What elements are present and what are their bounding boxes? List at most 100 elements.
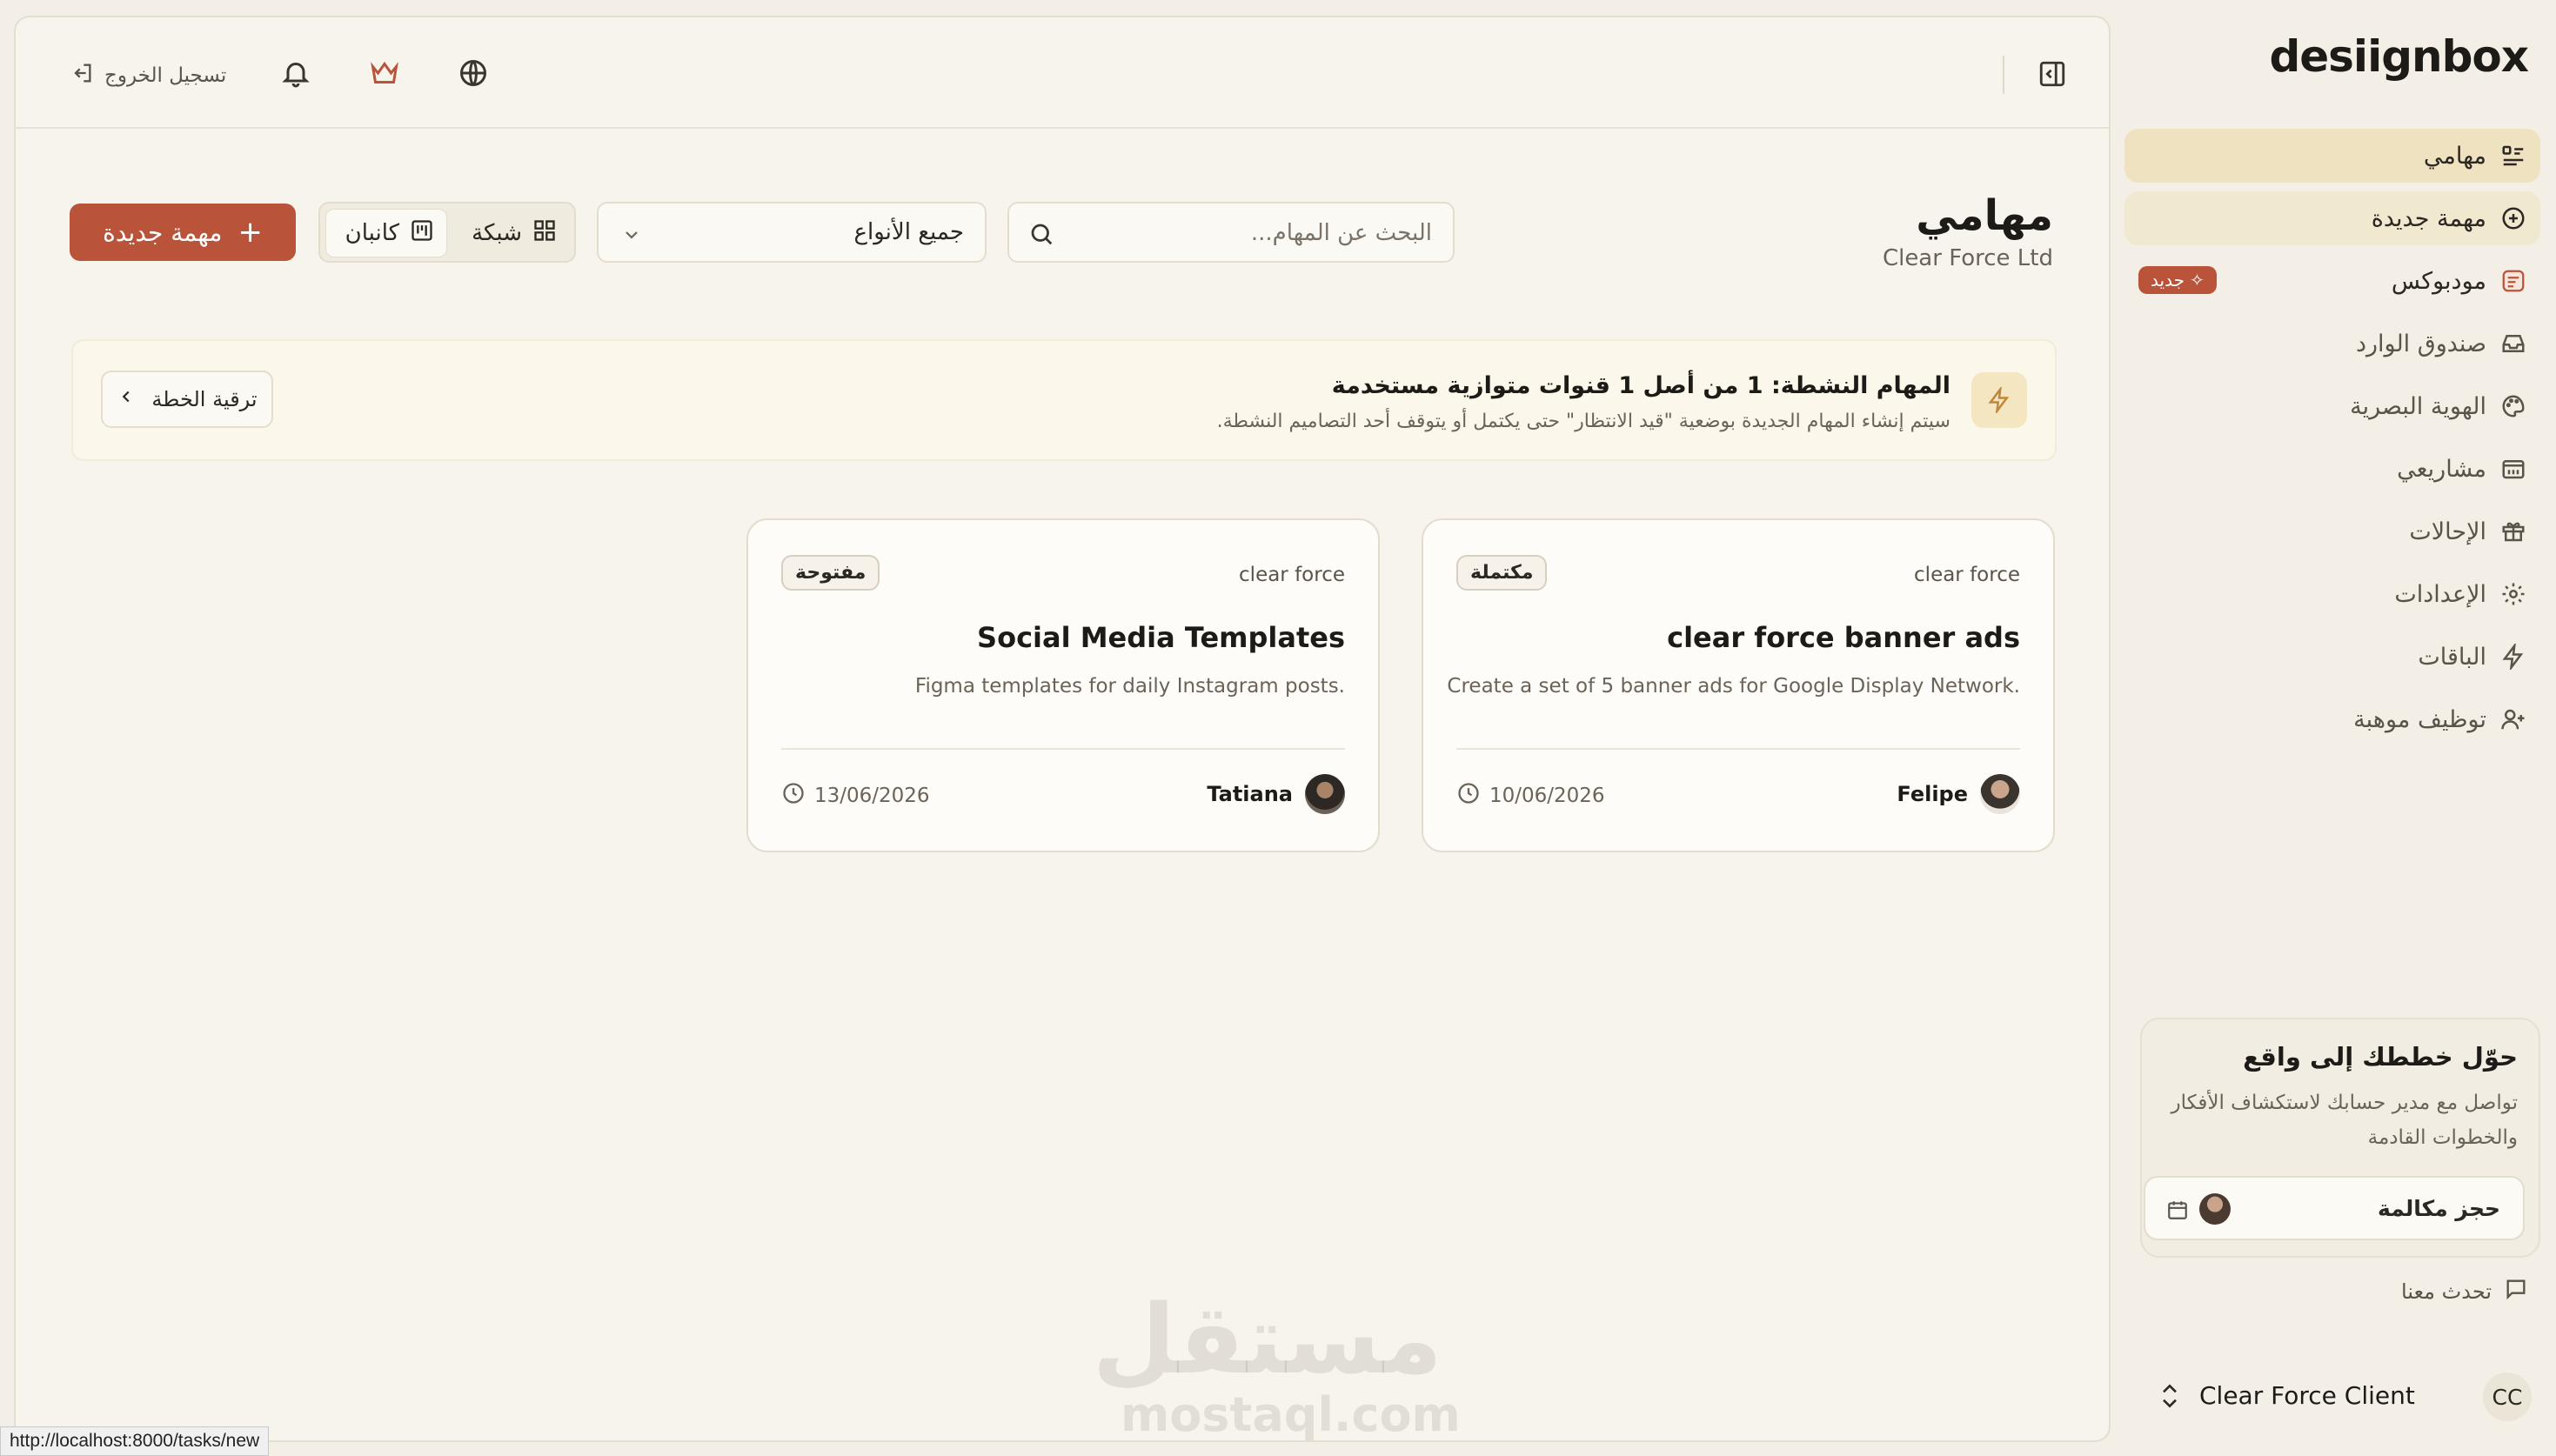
- upgrade-plan-label: ترقية الخطة: [151, 387, 258, 411]
- sidebar-item-label: مهامي: [2423, 142, 2486, 170]
- logout-label: تسجيل الخروج: [104, 64, 227, 87]
- new-task-button[interactable]: + مهمة جديدة: [70, 204, 296, 261]
- sidebar-item-settings[interactable]: الإعدادات: [2124, 567, 2540, 621]
- grid-icon: [532, 218, 557, 249]
- view-toggle: شبكة كانبان: [318, 202, 576, 263]
- new-badge: ✧ جديد: [2138, 266, 2217, 294]
- view-grid-option[interactable]: شبكة: [438, 209, 569, 257]
- page-subtitle: Clear Force Ltd: [1882, 245, 2053, 271]
- parallel-channels-alert: المهام النشطة: 1 من أصل 1 قنوات متوازية …: [71, 339, 2057, 461]
- gift-icon: [2500, 518, 2526, 544]
- user-plus-icon: [2500, 706, 2526, 732]
- sidebar-item-my-tasks[interactable]: مهامي: [2124, 129, 2540, 183]
- watermark: مستقل mostaql.com: [1092, 1284, 1461, 1442]
- plus-circle-icon: [2500, 205, 2526, 231]
- account-manager-avatar: [2199, 1193, 2231, 1225]
- sidebar-toggle-icon[interactable]: [2037, 59, 2067, 89]
- topbar-divider: [2003, 56, 2004, 94]
- moodbox-icon: [2500, 268, 2526, 294]
- inbox-icon: [2500, 331, 2526, 357]
- view-kanban-label: كانبان: [345, 220, 399, 246]
- watermark-latin: mostaql.com: [1121, 1387, 1461, 1442]
- main-panel: تسجيل الخروج مهامي Clear Force Ltd جميع …: [14, 16, 2111, 1442]
- card-divider: [1456, 748, 2020, 750]
- globe-icon[interactable]: [458, 57, 489, 89]
- status-badge: مكتملة: [1456, 555, 1548, 591]
- task-client: clear force: [1239, 564, 1345, 586]
- sidebar-item-referrals[interactable]: الإحالات: [2124, 504, 2540, 558]
- sidebar-item-projects[interactable]: مشاريعي: [2124, 442, 2540, 496]
- task-assignee: Felipe: [1897, 774, 2020, 814]
- tasks-list-icon: [2500, 143, 2526, 169]
- sidebar-item-label: الإحالات: [2409, 518, 2486, 545]
- clock-icon: [1456, 781, 1481, 811]
- logout-button[interactable]: تسجيل الخروج: [70, 61, 226, 90]
- card-divider: [781, 748, 1345, 750]
- sidebar-item-inbox[interactable]: صندوق الوارد: [2124, 317, 2540, 371]
- sidebar-item-label: الإعدادات: [2394, 580, 2486, 608]
- task-search[interactable]: [1007, 202, 1455, 263]
- calendar-projects-icon: [2500, 456, 2526, 482]
- sidebar-item-label: مشاريعي: [2397, 455, 2486, 483]
- task-description: Create a set of 5 banner ads for Google …: [1447, 675, 2020, 698]
- client-switcher[interactable]: CC Clear Force Client: [2138, 1366, 2539, 1426]
- account-manager-promo: حوّل خططك إلى واقع تواصل مع مدير حسابك ل…: [2140, 1018, 2540, 1258]
- promo-text: تواصل مع مدير حسابك لاستكشاف الأفكار وال…: [2171, 1092, 2518, 1149]
- status-badge: مفتوحة: [781, 555, 880, 591]
- upgrade-plan-button[interactable]: ترقية الخطة: [101, 371, 273, 428]
- search-icon: [1028, 221, 1054, 247]
- alert-description: سيتم إنشاء المهام الجديدة بوضعية "قيد ال…: [1216, 411, 1950, 432]
- promo-title: حوّل خططك إلى واقع: [2243, 1042, 2518, 1072]
- bolt-icon: [1971, 372, 2027, 428]
- palette-icon: [2500, 393, 2526, 419]
- new-badge-label: جديد: [2151, 270, 2185, 291]
- bell-icon[interactable]: [280, 57, 311, 89]
- task-title[interactable]: clear force banner ads: [1667, 621, 2020, 654]
- chevron-down-icon: [621, 224, 642, 245]
- new-task-label: مهمة جديدة: [103, 217, 223, 247]
- view-kanban-option[interactable]: كانبان: [325, 209, 447, 257]
- task-assignee: Tatiana: [1207, 774, 1345, 814]
- book-call-button[interactable]: حجز مكالمة: [2144, 1176, 2525, 1240]
- sidebar-item-moodbox[interactable]: مودبوكس ✧ جديد: [2124, 254, 2540, 308]
- task-card[interactable]: clear force مكتملة clear force banner ad…: [1422, 518, 2055, 852]
- brand-logo[interactable]: desiignbox: [2269, 31, 2529, 82]
- sidebar-item-hire-talent[interactable]: توظيف موهبة: [2124, 692, 2540, 746]
- sidebar-item-plans[interactable]: الباقات: [2124, 630, 2540, 684]
- top-bar: تسجيل الخروج: [16, 17, 2109, 129]
- task-client: clear force: [1914, 564, 2020, 586]
- chat-label: تحدث معنا: [2401, 1279, 2492, 1304]
- sidebar-item-label: صندوق الوارد: [2355, 330, 2486, 357]
- task-title[interactable]: Social Media Templates: [977, 621, 1345, 654]
- sidebar-item-label: الباقات: [2418, 643, 2486, 671]
- logout-icon: [70, 61, 94, 90]
- book-call-label: حجز مكالمة: [2377, 1195, 2500, 1221]
- task-due-date: 10/06/2026: [1456, 781, 1605, 811]
- type-filter-select[interactable]: جميع الأنواع: [597, 202, 987, 263]
- bolt-icon: [2500, 641, 2526, 672]
- browser-status-url: http://localhost:8000/tasks/new: [0, 1426, 270, 1456]
- assignee-avatar: [1980, 774, 2020, 814]
- chevron-left-icon: [117, 387, 136, 411]
- task-card[interactable]: clear force مفتوحة Social Media Template…: [746, 518, 1380, 852]
- kanban-icon: [410, 218, 434, 249]
- sidebar-item-label: مودبوكس: [2391, 267, 2486, 295]
- search-input[interactable]: [1101, 216, 1432, 250]
- task-description: Figma templates for daily Instagram post…: [914, 675, 1345, 698]
- calendar-icon: [2166, 1199, 2189, 1221]
- sidebar-item-label: الهوية البصرية: [2350, 392, 2486, 420]
- watermark-arabic: مستقل: [1092, 1284, 1442, 1395]
- page-header: مهامي Clear Force Ltd: [1883, 191, 2053, 271]
- assignee-name: Tatiana: [1207, 782, 1293, 806]
- clock-icon: [781, 781, 806, 811]
- sidebar-item-new-task[interactable]: مهمة جديدة: [2124, 191, 2540, 245]
- crown-icon[interactable]: [369, 57, 400, 89]
- client-name: Clear Force Client: [2199, 1381, 2415, 1410]
- sidebar-item-label: توظيف موهبة: [2353, 705, 2486, 733]
- chat-with-us-link[interactable]: تحدث معنا: [2401, 1277, 2528, 1306]
- sidebar: desiignbox مهامي مهمة جديدة مودبوكس ✧ جد…: [2124, 0, 2556, 1456]
- page-title: مهامي: [1916, 191, 2053, 240]
- sidebar-item-brand-identity[interactable]: الهوية البصرية: [2124, 379, 2540, 433]
- assignee-avatar: [1305, 774, 1345, 814]
- alert-title: المهام النشطة: 1 من أصل 1 قنوات متوازية …: [1331, 372, 1950, 399]
